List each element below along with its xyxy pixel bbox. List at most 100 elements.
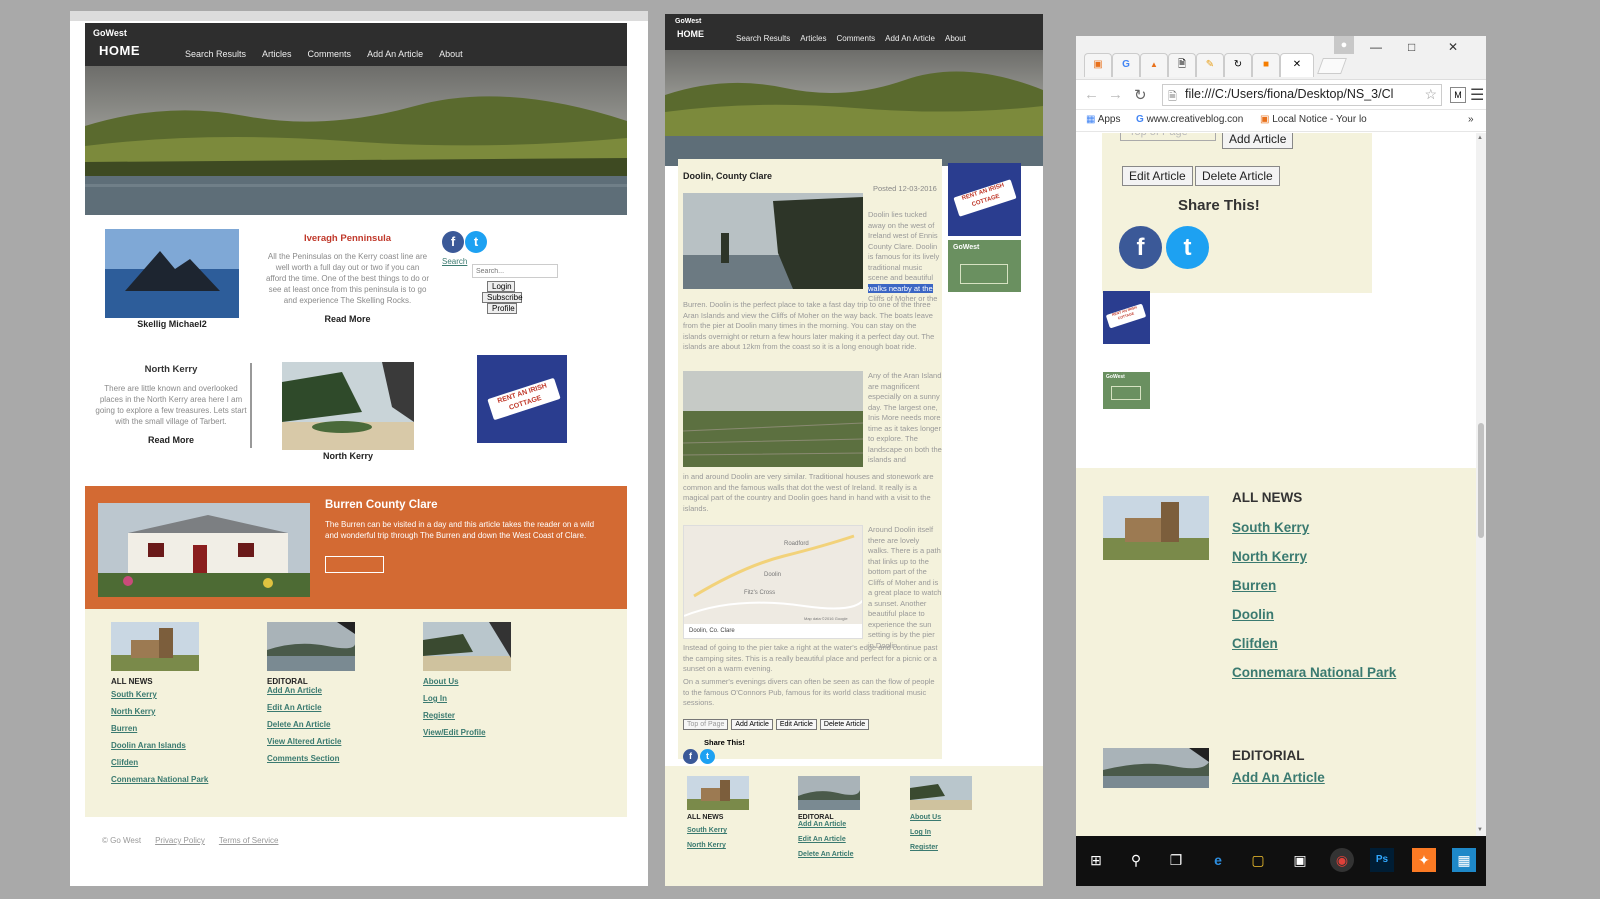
footer-link-about-us[interactable]: About Us [910, 814, 972, 821]
minimize-icon[interactable]: — [1370, 40, 1382, 54]
footer-beach-image[interactable] [910, 776, 972, 810]
link-connemara[interactable]: Connemara National Park [1232, 665, 1396, 680]
footer-link-comments[interactable]: Comments Section [267, 754, 355, 763]
link-burren[interactable]: Burren [1232, 578, 1396, 593]
twitter-icon[interactable]: t [465, 231, 487, 253]
footer-castle-image[interactable] [1103, 496, 1209, 560]
subscribe-button[interactable]: Subscribe [482, 292, 523, 303]
nav-about[interactable]: About [945, 34, 966, 43]
twitter-icon[interactable]: t [700, 749, 715, 764]
footer-link-log-in[interactable]: Log In [423, 694, 511, 703]
add-article-button[interactable]: Add Article [731, 719, 773, 730]
chrome-icon[interactable]: ◉ [1330, 848, 1354, 872]
iveragh-read-more[interactable]: Read More [265, 314, 430, 324]
rent-cottage-ad[interactable]: RENT AN IRISH COTTAGE [1103, 291, 1150, 344]
bookmark-apps[interactable]: ▦ Apps [1086, 114, 1120, 125]
more-bookmarks-icon[interactable]: » [1468, 114, 1474, 125]
add-article-button[interactable]: Add Article [1222, 133, 1294, 149]
footer-link-add-article[interactable]: Add An Article [267, 686, 355, 695]
iveragh-title[interactable]: Iveragh Penninsula [265, 233, 430, 244]
rent-cottage-ad[interactable]: RENT AN IRISH COTTAGE [948, 163, 1021, 236]
footer-link-doolin[interactable]: Doolin Aran Islands [111, 741, 208, 750]
nav-add-article[interactable]: Add An Article [367, 49, 423, 59]
footer-link-view-edit-profile[interactable]: View/Edit Profile [423, 728, 511, 737]
new-tab-button[interactable] [1317, 58, 1347, 74]
tab-1[interactable]: ▣ [1084, 53, 1112, 77]
scrollbar-thumb[interactable] [1478, 423, 1484, 538]
home-link[interactable]: HOME [99, 43, 140, 58]
star-icon[interactable]: ☆ [1424, 86, 1437, 103]
extension-icon[interactable]: M [1450, 87, 1466, 103]
profile-icon[interactable]: ● [1334, 36, 1354, 54]
task-view-icon[interactable]: ❐ [1164, 848, 1188, 872]
photoshop-icon[interactable]: Ps [1370, 848, 1394, 872]
link-doolin[interactable]: Doolin [1232, 607, 1396, 622]
delete-article-button[interactable]: Delete Article [819, 719, 870, 730]
twitter-icon[interactable]: t [1166, 226, 1209, 269]
footer-beach-image[interactable] [423, 622, 511, 671]
login-button[interactable]: Login [487, 281, 515, 292]
link-clifden[interactable]: Clifden [1232, 636, 1396, 651]
xampp-icon[interactable]: ✦ [1412, 848, 1436, 872]
footer-link-about-us[interactable]: About Us [423, 677, 511, 686]
store-icon[interactable]: ▣ [1288, 848, 1312, 872]
scrollbar[interactable]: ▲ ▼ [1476, 133, 1486, 838]
doolin-map[interactable]: Roadford Doolin Fitz's Cross Map data ©2… [683, 525, 863, 639]
footer-link-delete-article[interactable]: Delete An Article [267, 720, 355, 729]
maximize-icon[interactable]: □ [1408, 40, 1415, 54]
facebook-icon[interactable]: f [683, 749, 698, 764]
burren-cottage-image[interactable] [98, 503, 310, 597]
menu-icon[interactable]: ☰ [1470, 85, 1484, 105]
footer-castle-image[interactable] [687, 776, 749, 810]
footer-castle-image[interactable] [111, 622, 199, 671]
footer-link-view-altered[interactable]: View Altered Article [267, 737, 355, 746]
tab-6[interactable]: ↻ [1224, 53, 1252, 77]
footer-link-log-in[interactable]: Log In [910, 829, 972, 836]
nav-articles[interactable]: Articles [262, 49, 292, 59]
footer-link-north-kerry[interactable]: North Kerry [687, 842, 749, 849]
search-input[interactable] [472, 264, 558, 278]
close-window-icon[interactable]: ✕ [1448, 40, 1458, 54]
cliffs-image[interactable] [683, 193, 863, 289]
footer-link-register[interactable]: Register [423, 711, 511, 720]
north-kerry-image[interactable] [282, 362, 414, 450]
nav-about[interactable]: About [439, 49, 463, 59]
footer-link-north-kerry[interactable]: North Kerry [111, 707, 208, 716]
edge-icon[interactable]: e [1206, 848, 1230, 872]
aran-islands-image[interactable] [683, 371, 863, 467]
footer-link-edit-article[interactable]: Edit An Article [267, 703, 355, 712]
tab-active[interactable]: ✕ [1280, 53, 1314, 77]
search-link[interactable]: Search [442, 257, 467, 266]
forward-icon[interactable]: → [1108, 86, 1123, 103]
link-north-kerry[interactable]: North Kerry [1232, 549, 1396, 564]
url-input[interactable]: 🗎 file:///C:/Users/fiona/Desktop/NS_3/Cl… [1162, 84, 1442, 106]
footer-link-clifden[interactable]: Clifden [111, 758, 208, 767]
burren-title[interactable]: Burren County Clare [325, 499, 437, 511]
privacy-policy-link[interactable]: Privacy Policy [155, 836, 205, 845]
north-kerry-read-more[interactable]: Read More [92, 435, 250, 445]
home-link[interactable]: HOME [677, 29, 704, 39]
footer-link-edit-article[interactable]: Edit An Article [798, 836, 860, 843]
scroll-up-icon[interactable]: ▲ [1477, 135, 1483, 141]
scroll-down-icon[interactable]: ▼ [1477, 827, 1483, 833]
facebook-icon[interactable]: f [442, 231, 464, 253]
north-kerry-title[interactable]: North Kerry [92, 364, 250, 375]
footer-lake-image[interactable] [267, 622, 355, 671]
facebook-icon[interactable]: f [1119, 226, 1162, 269]
footer-link-delete-article[interactable]: Delete An Article [798, 851, 860, 858]
footer-link-south-kerry[interactable]: South Kerry [687, 827, 749, 834]
footer-link-add-article[interactable]: Add An Article [798, 821, 860, 828]
terms-of-service-link[interactable]: Terms of Service [219, 836, 279, 845]
profile-button[interactable]: Profile [487, 303, 517, 314]
tab-2[interactable]: G [1112, 53, 1140, 77]
delete-article-button[interactable]: Delete Article [1195, 166, 1280, 186]
nav-search-results[interactable]: Search Results [736, 34, 790, 43]
footer-link-burren[interactable]: Burren [111, 724, 208, 733]
search-icon[interactable]: ⚲ [1124, 848, 1148, 872]
footer-link-register[interactable]: Register [910, 844, 972, 851]
gowest-green-tile[interactable]: GoWest [948, 240, 1021, 292]
top-of-page-button[interactable]: Top of Page [1120, 133, 1216, 141]
back-icon[interactable]: ← [1084, 86, 1099, 103]
tab-4[interactable]: 🗎 [1168, 53, 1196, 77]
app-icon[interactable]: ▦ [1452, 848, 1476, 872]
